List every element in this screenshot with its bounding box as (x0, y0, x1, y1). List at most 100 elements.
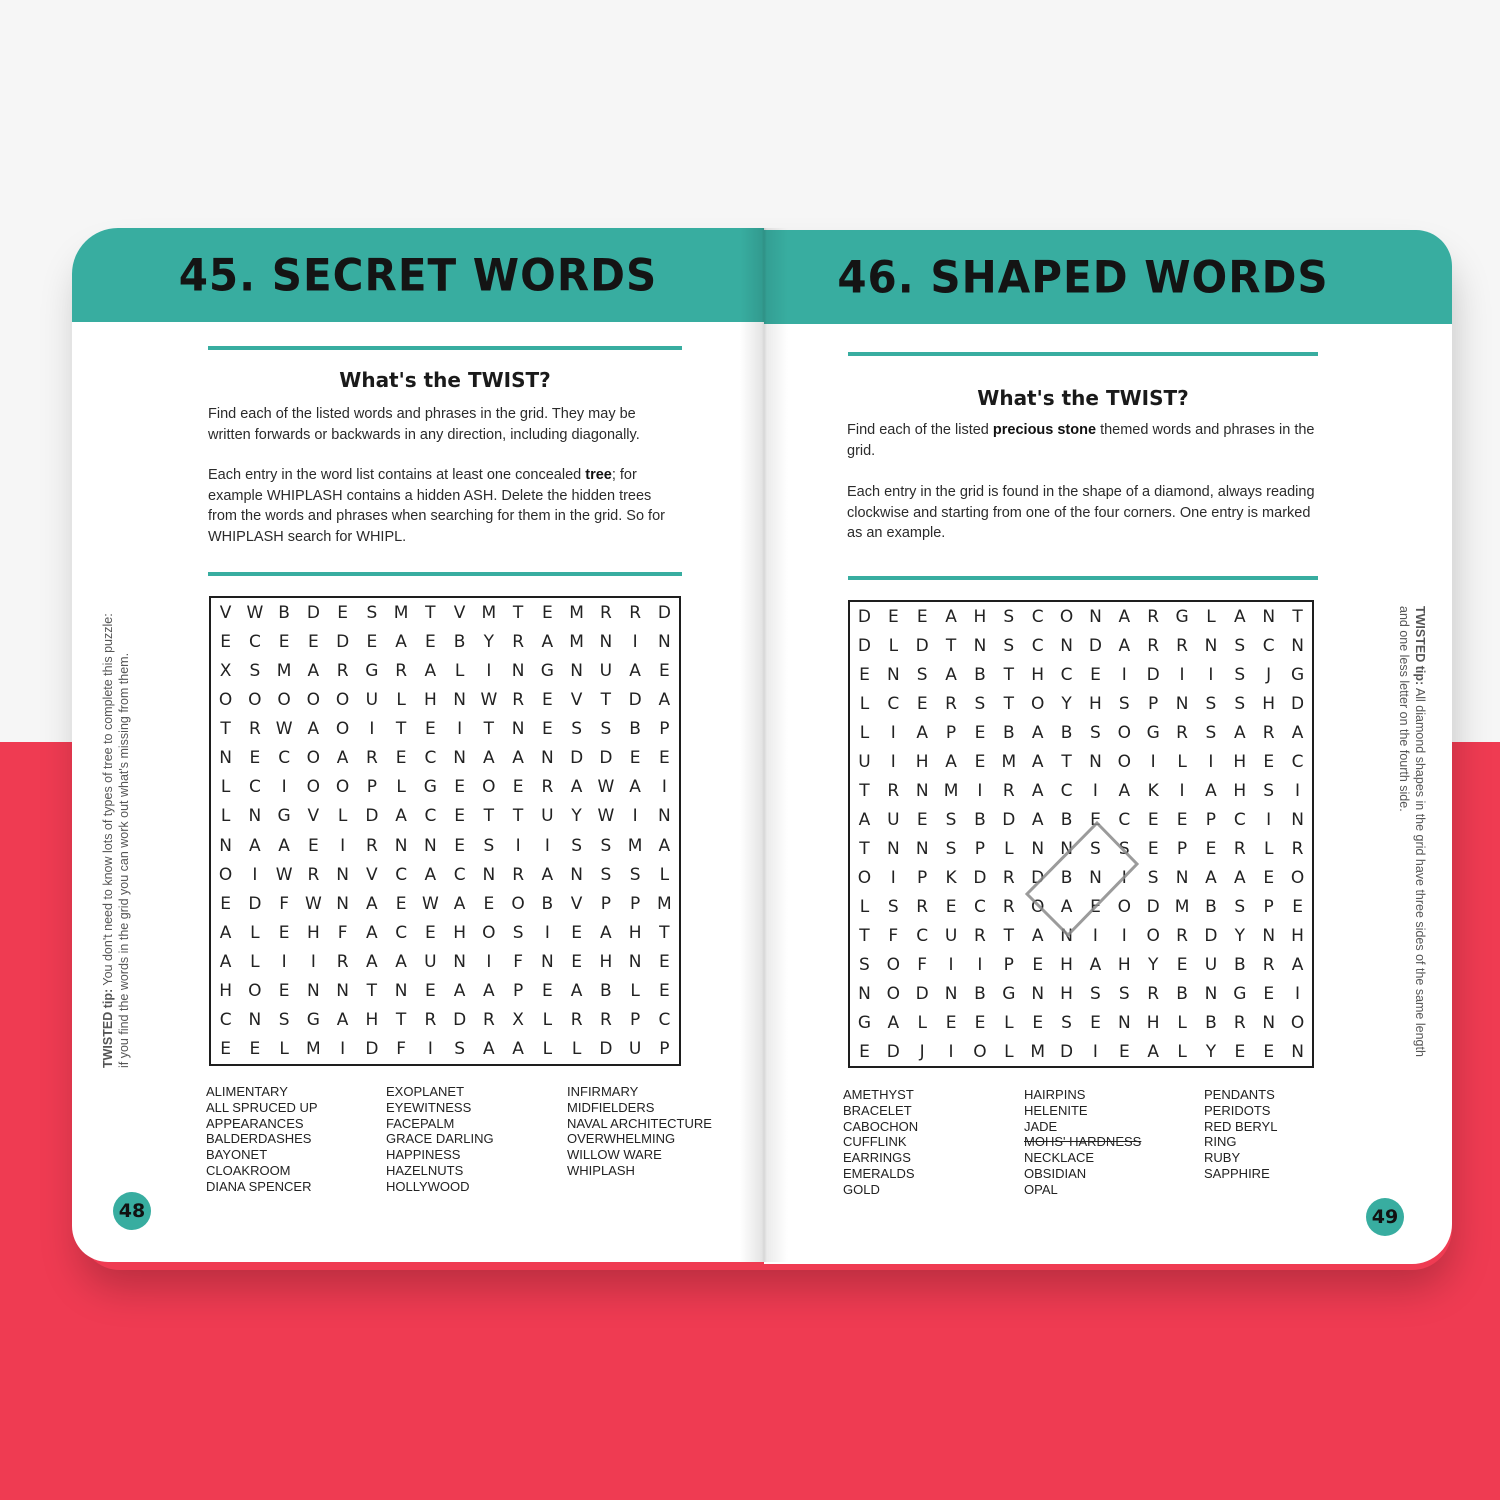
left-grid-letter: I (544, 835, 550, 856)
wordlist-entry: OPAL (1024, 1181, 1058, 1197)
left-grid-letter: T (483, 719, 495, 740)
left-grid-letter: I (544, 922, 550, 943)
wordlist-entry: EMERALDS (843, 1165, 915, 1181)
left-grid-letter: L (250, 952, 260, 973)
wordlist-entry: EARRINGS (843, 1150, 911, 1166)
left-grid-letter: O (248, 689, 262, 710)
left-grid-letter: R (307, 864, 320, 885)
wordlist-entry: BALDERDASHES (206, 1131, 312, 1147)
left-grid-letter: D (599, 1039, 613, 1060)
left-grid-letter: B (541, 893, 554, 914)
left-grid-letter: N (336, 893, 349, 914)
left-grid-letter: M (393, 602, 409, 623)
left-grid-letter: A (658, 689, 671, 710)
left-grid-letter: I (457, 719, 463, 740)
left-grid-letter: R (512, 864, 525, 885)
left-grid-letter: P (366, 777, 377, 798)
left-grid-letter: E (308, 835, 319, 856)
left-grid-letter: U (424, 952, 437, 973)
left-grid-letter: E (278, 631, 290, 652)
left-grid-letter: E (308, 631, 319, 652)
left-grid-letter: A (366, 952, 378, 973)
left-grid-letter: P (659, 719, 670, 740)
left-grid-letter: A (395, 806, 407, 827)
left-title-band: 45. SECRET WORDS (72, 228, 764, 322)
left-grid-letter: S (483, 835, 495, 856)
left-grid-letter: E (483, 893, 495, 914)
left-grid-letter: S (366, 602, 378, 623)
left-grid-letter: E (454, 806, 465, 827)
wordlist-entry: JADE (1024, 1118, 1058, 1134)
left-grid-letter: H (599, 952, 613, 973)
left-grid-letter: E (395, 893, 407, 914)
left-grid-letter: E (542, 981, 553, 1002)
wordlist-entry: BRACELET (843, 1102, 912, 1118)
left-grid-letter: N (628, 952, 642, 973)
left-grid-letter: A (453, 893, 466, 914)
book-gutter (740, 228, 788, 1262)
wordlist-entry: HELENITE (1024, 1102, 1088, 1118)
left-grid-letter: W (421, 893, 439, 914)
left-grid-letter: N (394, 835, 408, 856)
left-grid-letter: A (336, 1010, 349, 1031)
left-grid-letter: F (337, 922, 348, 943)
left-grid-letter: G (306, 1010, 320, 1031)
left-grid-letter: T (425, 602, 436, 623)
left-twist-heading: What's the TWIST? (339, 368, 551, 392)
left-grid-letter: C (248, 631, 261, 652)
left-grid-letter: S (512, 922, 524, 943)
left-grid-letter: L (279, 1039, 289, 1060)
left-grid-letter: B (600, 981, 612, 1002)
left-grid-letter: A (366, 922, 378, 943)
left-grid-letter: E (454, 835, 465, 856)
left-grid-letter: A (512, 1039, 524, 1060)
left-grid-letter: I (661, 777, 667, 798)
left-grid-letter: O (335, 719, 350, 740)
left-grid-letter: T (659, 922, 670, 943)
left-grid-letter: N (219, 748, 232, 769)
left-grid-letter: D (248, 893, 262, 914)
left-grid-letter: U (541, 806, 554, 827)
left-grid-letter: L (220, 777, 231, 798)
left-grid-letter: R (512, 631, 525, 652)
left-grid-letter: B (629, 719, 641, 740)
left-grid-letter: N (541, 952, 554, 973)
left-grid-letter: I (369, 719, 375, 740)
wordlist-entry: NECKLACE (1024, 1150, 1095, 1166)
left-grid-letter: O (248, 981, 262, 1002)
left-grid-letter: E (220, 893, 231, 914)
left-grid-letter: E (542, 719, 553, 740)
left-grid-letter: Y (571, 806, 582, 827)
left-grid-letter: N (511, 660, 525, 681)
left-grid-letter: S (600, 719, 612, 740)
wordlist-entry: HAIRPINS (1024, 1087, 1086, 1102)
left-grid-letter: A (336, 748, 349, 769)
left-grid-letter: R (482, 1010, 495, 1031)
left-grid-letter: R (512, 689, 525, 710)
right-wordlist-col-3: PENDANTS PERIDOTS RED BERYL RING RUBY SAPPHIR… (1204, 1087, 1277, 1182)
left-wordlist-col-1: ALIMENTARY ALL SPRUCED UP APPEARANCES BALDE… (206, 1084, 318, 1195)
left-grid-letter: E (542, 689, 553, 710)
left-grid-letter: I (340, 1039, 346, 1060)
left-grid-letter: C (395, 864, 408, 885)
left-grid-letter: E (366, 631, 378, 652)
wordlist-entry: BAYONET (206, 1147, 268, 1163)
left-grid-letter: E (425, 922, 436, 943)
left-grid-letter: N (424, 835, 437, 856)
left-grid-letter: I (427, 1039, 433, 1060)
left-grid-letter: I (340, 835, 346, 856)
wordlist-entry: INFIRMARY (567, 1084, 639, 1099)
left-grid-letter: N (570, 660, 583, 681)
left-grid-letter: A (307, 660, 320, 681)
left-grid-letter: A (249, 835, 261, 856)
left-grid-letter: M (657, 893, 672, 914)
left-intro-1: Find each of the listed words and phrase… (208, 406, 640, 443)
left-grid-letter: R (336, 952, 349, 973)
left-intro-2: Each entry in the word list contains at … (208, 467, 665, 545)
wordlist-entry: FACEPALM (386, 1115, 455, 1131)
left-grid-letter: D (657, 602, 671, 623)
left-grid-letter: A (629, 777, 641, 798)
left-grid-letter: I (310, 952, 316, 973)
left-grid-letter: M (306, 1039, 321, 1060)
left-grid-letter: U (599, 660, 613, 681)
